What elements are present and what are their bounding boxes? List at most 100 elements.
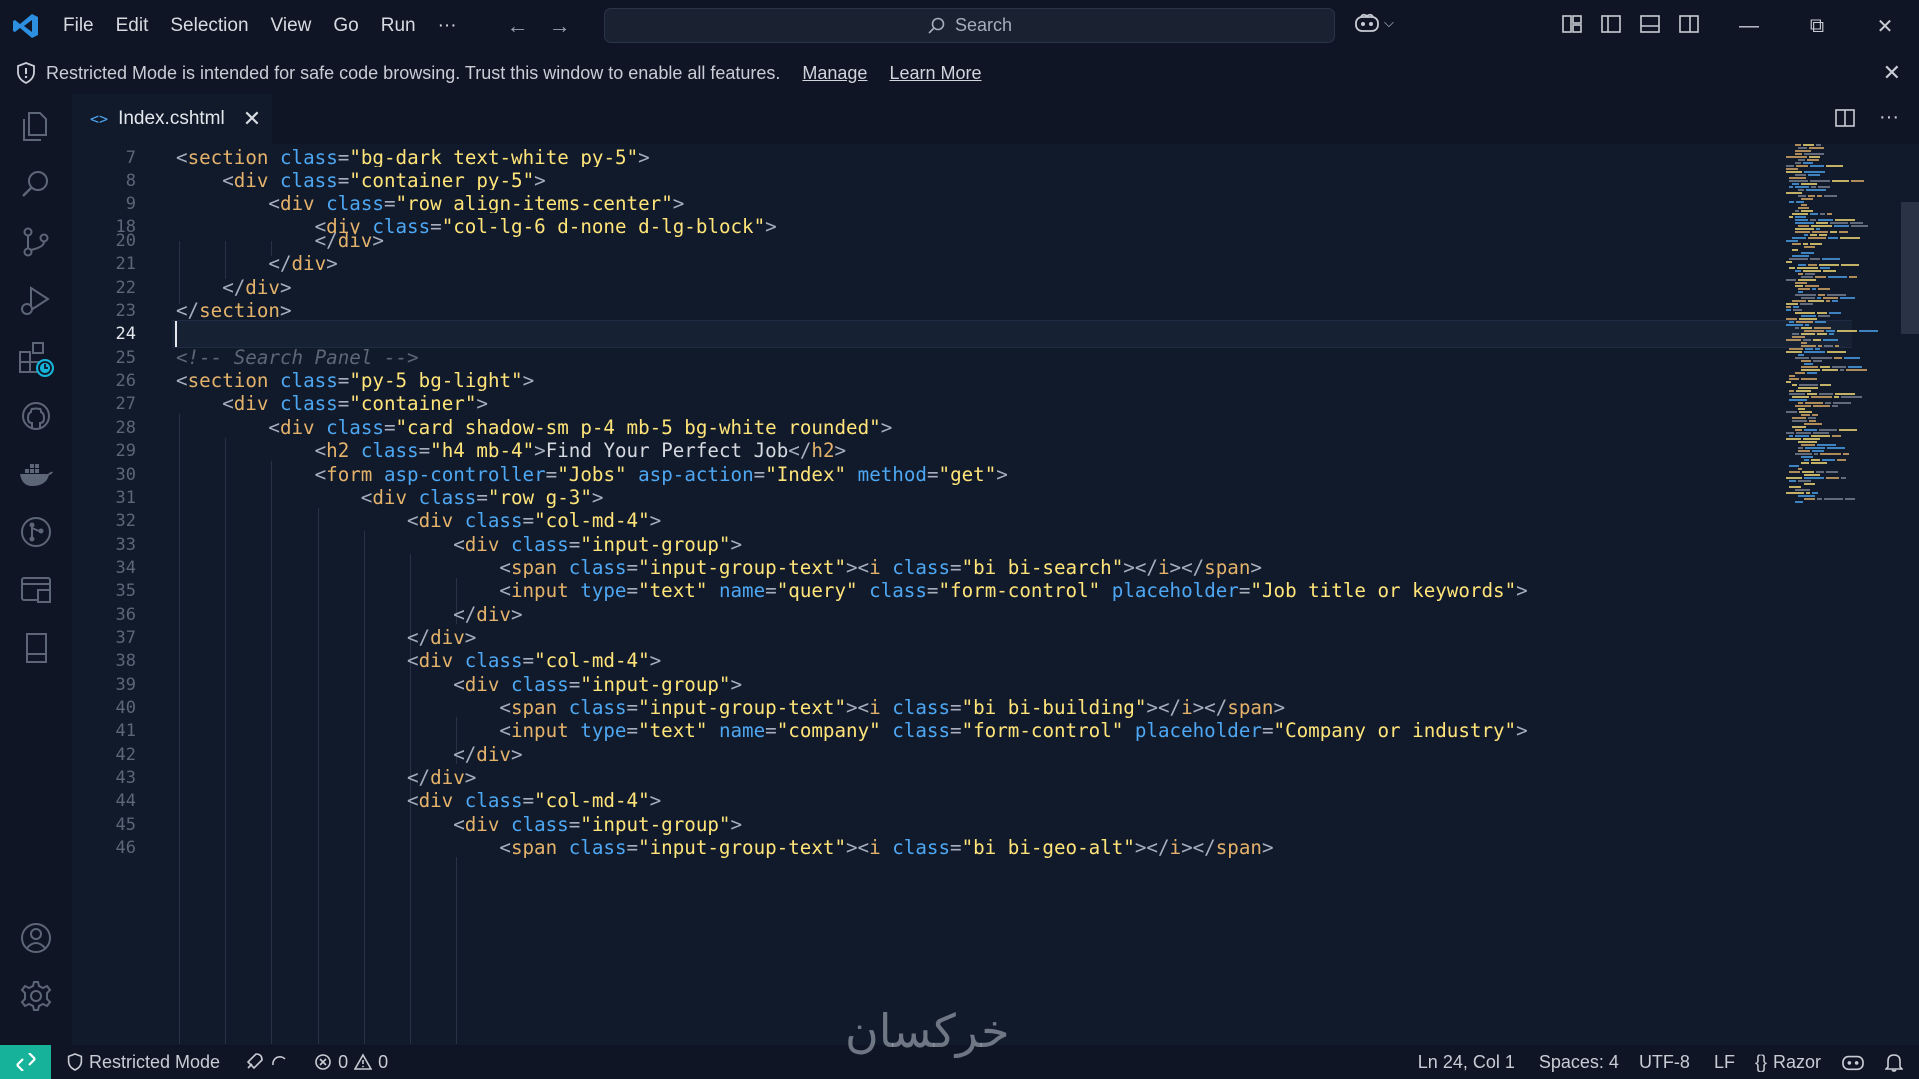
extensions-icon[interactable]	[16, 338, 56, 378]
minimap-stroke	[1804, 477, 1824, 479]
copilot-menu[interactable]: ⌵	[1354, 12, 1394, 34]
restricted-mode-status[interactable]: Restricted Mode	[57, 1045, 230, 1079]
encoding[interactable]: UTF-8	[1629, 1045, 1700, 1079]
code-token: >	[834, 439, 847, 463]
code-token: "bg-dark text-white py-5"	[349, 146, 639, 169]
code-token: ></	[1169, 555, 1205, 579]
code-token: type	[580, 719, 627, 743]
minimap-stroke	[1822, 369, 1838, 371]
code-token: <!-- Search Panel -->	[176, 345, 419, 369]
scrollbar[interactable]	[1901, 202, 1919, 334]
search-icon[interactable]	[16, 164, 56, 204]
remote-indicator-icon[interactable]	[0, 1045, 51, 1079]
menu-run[interactable]: Run	[370, 8, 427, 44]
minimap-stroke	[1786, 318, 1797, 320]
minimap-stroke	[1837, 330, 1857, 332]
minimap-stroke	[1798, 189, 1804, 191]
settings-gear-icon[interactable]	[16, 976, 56, 1016]
learn-more-link[interactable]: Learn More	[889, 63, 981, 84]
forward-arrow-icon[interactable]: →	[546, 13, 574, 39]
minimap-stroke	[1820, 267, 1830, 269]
back-arrow-icon[interactable]: ←	[504, 13, 532, 39]
run-debug-icon[interactable]	[16, 280, 56, 320]
toggle-primary-sidebar-icon[interactable]	[1599, 12, 1623, 36]
code-token: =	[337, 146, 350, 169]
close-window-icon[interactable]: ✕	[1851, 0, 1919, 52]
code-token: "input-group"	[580, 672, 731, 696]
ports-status[interactable]	[234, 1045, 298, 1079]
minimap-stroke	[1792, 396, 1809, 398]
menu-edit[interactable]: Edit	[105, 8, 160, 44]
git-graph-icon[interactable]	[16, 512, 56, 552]
menu-view[interactable]: View	[260, 8, 323, 44]
customize-layout-icon[interactable]	[1560, 12, 1584, 36]
notifications[interactable]	[1875, 1045, 1919, 1079]
menu-more[interactable]: ···	[427, 8, 468, 44]
code-token: =	[337, 369, 350, 393]
toggle-secondary-sidebar-icon[interactable]	[1677, 12, 1701, 36]
minimap-stroke	[1810, 258, 1820, 260]
minimap-stroke	[1789, 267, 1795, 269]
eol-label: LF	[1713, 1051, 1735, 1072]
manage-link[interactable]: Manage	[802, 63, 867, 84]
tab-index-cshtml[interactable]: <> Index.cshtml ✕	[72, 94, 272, 144]
cursor-position[interactable]: Ln 24, Col 1	[1408, 1045, 1525, 1079]
close-icon[interactable]: ✕	[243, 106, 261, 132]
code-token: "get"	[938, 462, 997, 486]
minimap-stroke	[1827, 447, 1845, 449]
minimap-stroke	[1804, 363, 1813, 365]
menu-selection[interactable]: Selection	[159, 8, 259, 44]
menu-file[interactable]: File	[52, 8, 105, 44]
code-token: div	[291, 252, 327, 276]
indentation[interactable]: Spaces: 4	[1529, 1045, 1629, 1079]
text-cursor	[175, 321, 177, 348]
minimap-stroke	[1816, 222, 1828, 224]
source-control-icon[interactable]	[16, 222, 56, 262]
minimap-stroke	[1801, 456, 1813, 458]
minimap-stroke	[1810, 165, 1824, 167]
search-label: Search	[954, 15, 1013, 35]
more-actions-icon[interactable]: ···	[1879, 106, 1899, 130]
command-center-search[interactable]: Search	[604, 8, 1335, 43]
minimap-stroke	[1795, 222, 1814, 224]
minimap-stroke	[1798, 408, 1805, 410]
minimap-stroke	[1828, 237, 1838, 239]
github-icon[interactable]	[16, 396, 56, 436]
minimap[interactable]	[1786, 144, 1886, 524]
code-line[interactable]: 46 <span class="input-group-text"><i clas…	[72, 834, 1782, 862]
explorer-icon[interactable]	[16, 106, 56, 146]
code-token: method	[857, 462, 927, 486]
code-token: =	[626, 579, 639, 603]
problems-status[interactable]: 0 0	[304, 1045, 398, 1079]
code-editor[interactable]: 19<img src="~/images/hero-image.jpg" alt…	[72, 144, 1919, 1045]
split-editor-icon[interactable]	[1833, 106, 1857, 130]
minimap-stroke	[1832, 300, 1838, 302]
code-token: <	[453, 532, 465, 556]
account-icon[interactable]	[16, 918, 56, 958]
code-token: =	[522, 649, 535, 673]
shield-icon	[16, 62, 36, 84]
language-mode[interactable]: {} Razor	[1745, 1045, 1831, 1079]
close-icon[interactable]: ✕	[1883, 60, 1901, 86]
minimap-stroke	[1803, 144, 1814, 146]
minimap-stroke	[1840, 297, 1855, 299]
book-icon[interactable]	[16, 628, 56, 668]
braces-icon: {}	[1754, 1051, 1767, 1072]
end-of-line[interactable]: LF	[1704, 1045, 1745, 1079]
minimap-stroke	[1799, 384, 1818, 386]
copilot-status[interactable]	[1831, 1045, 1875, 1079]
menu-go[interactable]: Go	[322, 8, 369, 44]
code-token: <	[314, 462, 327, 486]
minimap-stroke	[1844, 357, 1860, 359]
docker-icon[interactable]	[16, 454, 56, 494]
remote-explorer-icon[interactable]	[16, 570, 56, 610]
minimize-icon[interactable]: —	[1715, 0, 1783, 52]
code-token: type	[580, 579, 627, 603]
minimap-stroke	[1801, 333, 1815, 335]
toggle-panel-icon[interactable]	[1638, 12, 1662, 36]
minimap-stroke	[1789, 471, 1800, 473]
restore-icon[interactable]: ⧉	[1783, 0, 1851, 52]
